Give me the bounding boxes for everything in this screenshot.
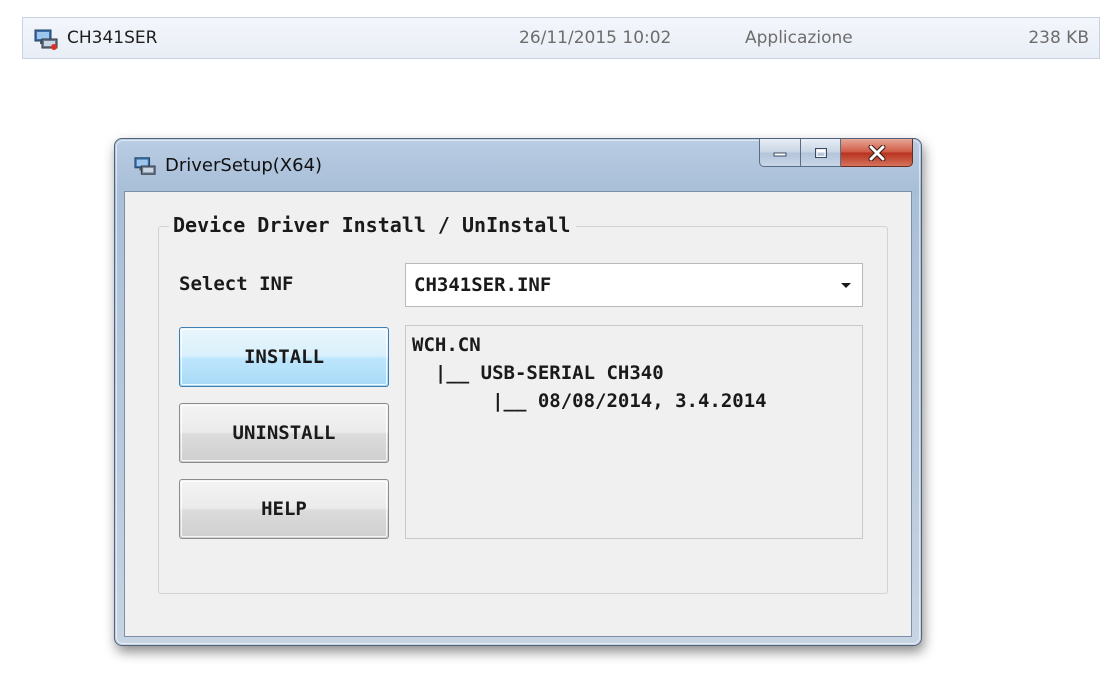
window-title: DriverSetup(X64)	[165, 155, 323, 176]
close-button[interactable]	[841, 139, 913, 167]
inf-select-value: CH341SER.INF	[414, 274, 552, 296]
window-client-area: Device Driver Install / UnInstall Select…	[124, 191, 912, 637]
file-date: 26/11/2015 10:02	[519, 28, 672, 48]
driver-setup-icon	[33, 27, 59, 51]
driver-info-box: WCH.CN |__ USB-SERIAL CH340 |__ 08/08/20…	[405, 325, 863, 539]
file-size: 238 KB	[1028, 28, 1089, 48]
file-name: CH341SER	[67, 28, 158, 48]
driver-groupbox: Device Driver Install / UnInstall Select…	[158, 213, 888, 594]
info-line-version: |__ 08/08/2014, 3.4.2014	[412, 390, 767, 412]
maximize-button[interactable]	[801, 139, 841, 167]
install-button[interactable]: INSTALL	[179, 327, 389, 387]
minimize-button[interactable]	[759, 139, 801, 167]
close-icon	[841, 139, 912, 166]
info-line-vendor: WCH.CN	[412, 334, 481, 356]
chevron-down-icon[interactable]	[838, 277, 854, 293]
file-list-row[interactable]: CH341SER 26/11/2015 10:02 Applicazione 2…	[22, 17, 1100, 59]
help-button[interactable]: HELP	[179, 479, 389, 539]
driver-setup-icon	[133, 155, 157, 177]
inf-select[interactable]: CH341SER.INF	[405, 263, 863, 307]
maximize-icon	[801, 139, 840, 166]
minimize-icon	[760, 139, 800, 166]
select-inf-label: Select INF	[179, 273, 294, 295]
info-line-device: |__ USB-SERIAL CH340	[412, 362, 664, 384]
window-titlebar[interactable]: DriverSetup(X64)	[115, 139, 921, 191]
install-button-label: INSTALL	[243, 346, 325, 368]
help-button-label: HELP	[261, 498, 307, 520]
groupbox-title: Device Driver Install / UnInstall	[169, 213, 577, 237]
caption-buttons	[759, 139, 913, 169]
driver-setup-window: DriverSetup(X64) Device Driver Install /…	[114, 138, 922, 646]
file-type: Applicazione	[745, 28, 853, 48]
uninstall-button[interactable]: UNINSTALL	[179, 403, 389, 463]
uninstall-button-label: UNINSTALL	[232, 422, 336, 444]
